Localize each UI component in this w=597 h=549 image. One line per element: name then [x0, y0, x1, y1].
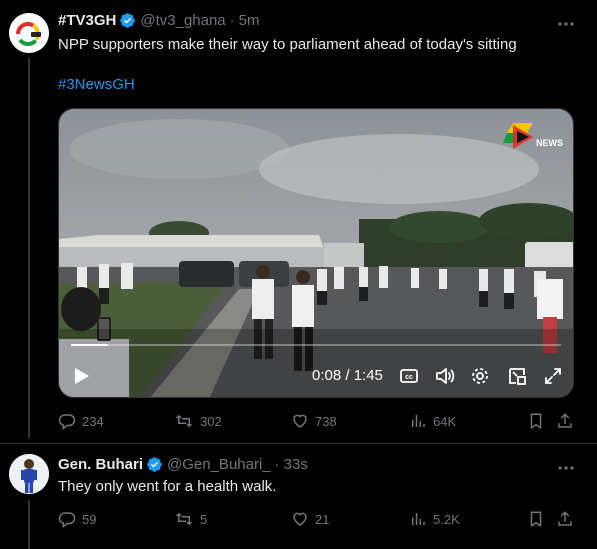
channel-logo-icon [503, 119, 563, 155]
timestamp[interactable]: 33s [284, 456, 308, 473]
svg-text:cc: cc [405, 374, 413, 381]
channel-logo-text: NEWS [536, 138, 563, 148]
bookmark-icon [530, 511, 542, 528]
handle[interactable]: @tv3_ghana [140, 12, 225, 29]
like-button[interactable]: 738 [291, 412, 337, 430]
reply-count: 59 [82, 511, 97, 527]
more-options-icon[interactable] [557, 459, 575, 477]
time-separator: · [229, 12, 235, 29]
like-count: 21 [315, 511, 330, 527]
video-progress-fill [71, 344, 109, 346]
display-name[interactable]: Gen. Buhari [58, 456, 143, 473]
heart-icon [293, 414, 307, 428]
repost-count: 302 [200, 413, 222, 429]
captions-icon[interactable]: cc [399, 365, 419, 387]
reply-icon [58, 414, 76, 430]
heart-icon [293, 512, 307, 526]
views-icon [412, 415, 425, 427]
share-button[interactable] [556, 412, 580, 430]
volume-icon[interactable] [434, 365, 456, 387]
repost-icon [175, 512, 193, 526]
share-icon [558, 413, 572, 428]
views-button[interactable]: 5.2K [409, 510, 460, 528]
video-timecode: 0:08 / 1:45 [312, 367, 383, 384]
settings-gear-icon[interactable] [469, 365, 491, 387]
video-player[interactable]: NEWS 0:08 / 1:45 cc [58, 108, 574, 398]
like-button[interactable]: 21 [291, 510, 329, 528]
reply-count: 234 [82, 413, 104, 429]
tweet-actions: 234 302 738 64K [58, 412, 578, 432]
tweet-text: They only went for a health walk. [58, 478, 277, 495]
tweet-header: Gen. Buhari @Gen_Buhari_ · 33s [58, 456, 308, 473]
tweet-gen-buhari[interactable]: Gen. Buhari @Gen_Buhari_ · 33s They only… [0, 444, 597, 549]
repost-icon [175, 414, 193, 428]
reply-button[interactable]: 234 [58, 412, 104, 430]
bookmark-button[interactable] [528, 510, 550, 528]
views-count: 64K [433, 413, 457, 429]
display-name[interactable]: #TV3GH [58, 12, 116, 29]
share-button[interactable] [556, 510, 580, 528]
play-icon[interactable] [73, 365, 91, 387]
verified-badge-icon [146, 456, 163, 473]
repost-button[interactable]: 5 [174, 510, 207, 528]
repost-count: 5 [200, 511, 208, 527]
picture-in-picture-icon[interactable] [506, 365, 528, 387]
like-count: 738 [315, 413, 337, 429]
tweet-text: NPP supporters make their way to parliam… [58, 36, 517, 53]
more-options-icon[interactable] [557, 15, 575, 33]
video-progress-bar[interactable] [71, 344, 561, 346]
repost-button[interactable]: 302 [174, 412, 222, 430]
share-icon [558, 511, 572, 526]
bookmark-button[interactable] [528, 412, 550, 430]
fullscreen-icon[interactable] [542, 365, 564, 387]
time-separator: · [274, 456, 280, 473]
views-icon [412, 513, 425, 525]
views-count: 5.2K [433, 511, 460, 527]
tweet-tv3gh[interactable]: #TV3GH @tv3_ghana · 5m NPP supporters ma… [0, 0, 597, 440]
views-button[interactable]: 64K [409, 412, 456, 430]
timestamp[interactable]: 5m [239, 12, 260, 29]
handle[interactable]: @Gen_Buhari_ [167, 456, 271, 473]
tweet-header: #TV3GH @tv3_ghana · 5m [58, 12, 260, 29]
video-frame [59, 109, 573, 397]
reply-icon [58, 512, 76, 528]
reply-button[interactable]: 59 [58, 510, 96, 528]
verified-badge-icon [119, 12, 136, 29]
avatar-tv3gh[interactable] [9, 13, 49, 53]
tweet-actions: 59 5 21 5.2K [58, 510, 578, 530]
hashtag-link[interactable]: #3NewsGH [58, 76, 135, 93]
bookmark-icon [530, 413, 542, 430]
avatar-gen-buhari[interactable] [9, 454, 49, 494]
